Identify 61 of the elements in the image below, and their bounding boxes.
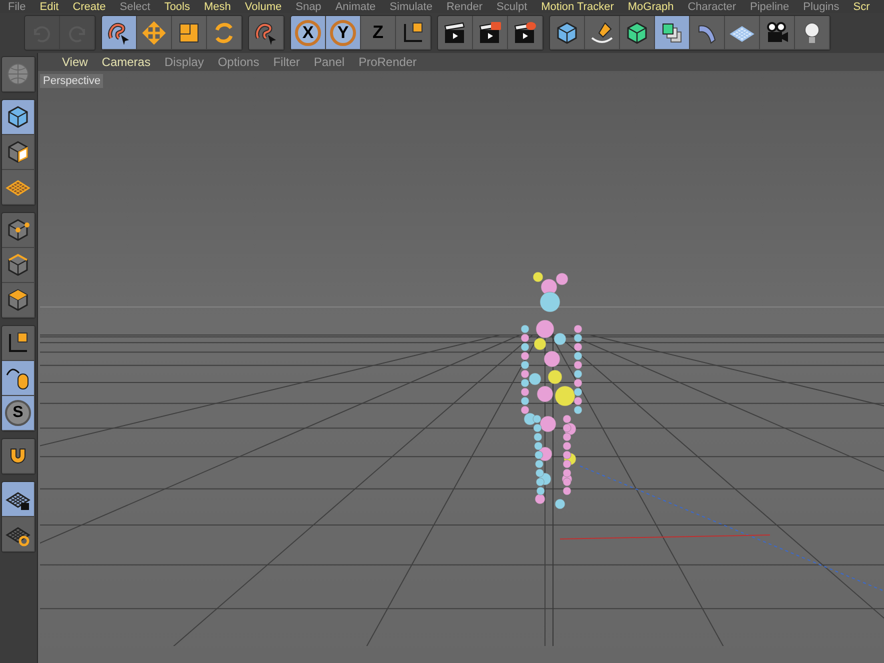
tool-button[interactable]	[438, 16, 473, 50]
tool-button[interactable]	[2, 213, 35, 248]
tool-button[interactable]	[620, 16, 655, 50]
tool-button[interactable]	[760, 16, 795, 50]
axis-letter: Z	[372, 21, 384, 44]
menu-item[interactable]: Mesh	[204, 0, 231, 12]
tool-button[interactable]	[2, 482, 35, 517]
axis-letter: X	[295, 20, 321, 46]
menu-item[interactable]: MoGraph	[628, 0, 674, 12]
tool-button[interactable]	[2, 283, 35, 318]
tool-button[interactable]: Y	[326, 16, 361, 50]
tool-button[interactable]	[508, 16, 543, 50]
viewport-menu-item[interactable]: Options	[218, 53, 260, 71]
menu-item[interactable]: Tools	[164, 0, 190, 12]
viewport-menu-item[interactable]: Filter	[273, 53, 300, 71]
tool-button[interactable]	[2, 326, 35, 361]
clapperboard-gear-icon	[512, 20, 538, 46]
menu-item[interactable]: Select	[120, 0, 150, 12]
tool-button[interactable]	[550, 16, 585, 50]
axis-letter: Y	[330, 20, 356, 46]
tool-button[interactable]	[2, 517, 35, 552]
solo-letter: S	[5, 400, 31, 426]
viewport-menu-item[interactable]: ProRender	[358, 53, 417, 71]
tool-button[interactable]	[102, 16, 137, 50]
pen-icon	[589, 20, 615, 46]
tool-button[interactable]	[795, 16, 830, 50]
menu-item[interactable]: Sculpt	[496, 0, 528, 12]
menu-item[interactable]: Edit	[40, 0, 59, 12]
tool-button[interactable]: X	[291, 16, 326, 50]
viewport-menu-item[interactable]: Panel	[314, 53, 345, 71]
tool-button[interactable]	[473, 16, 508, 50]
move-arrows-icon	[141, 20, 167, 46]
menu-item[interactable]: Scr	[853, 0, 870, 12]
tool-button[interactable]	[2, 135, 35, 170]
menu-item[interactable]: Pipeline	[750, 0, 790, 12]
menu-item[interactable]: Simulate	[390, 0, 432, 12]
viewport-menu-item[interactable]: Cameras	[102, 53, 150, 71]
tool-button[interactable]: Z	[361, 16, 396, 50]
tool-button[interactable]	[2, 361, 35, 396]
tool-button[interactable]	[725, 16, 760, 50]
menu-item[interactable]: Animate	[335, 0, 376, 12]
tool-button[interactable]	[2, 100, 35, 135]
globe-icon	[5, 61, 31, 87]
menu-item[interactable]: File	[8, 0, 26, 12]
tool-button[interactable]	[585, 16, 620, 50]
tool-button[interactable]	[2, 248, 35, 283]
menu-item[interactable]: Create	[72, 0, 106, 12]
menu-item[interactable]: Render	[446, 0, 483, 12]
tool-button[interactable]	[172, 16, 207, 50]
viewport-menu-item[interactable]: View	[62, 53, 88, 71]
menu-item[interactable]: Motion Tracker	[541, 0, 614, 12]
viewport-menu-item[interactable]: Display	[164, 53, 204, 71]
tool-button[interactable]	[655, 16, 690, 50]
menu-item[interactable]: Volume	[244, 0, 282, 12]
menu-item[interactable]: Snap	[296, 0, 322, 12]
tool-button[interactable]	[396, 16, 431, 50]
menu-item[interactable]: Plugins	[803, 0, 840, 12]
menu-item[interactable]: Character	[688, 0, 736, 12]
camera-label: Perspective	[40, 74, 104, 88]
tool-button[interactable]: S	[2, 396, 35, 431]
clapperboard-icon	[477, 20, 503, 46]
